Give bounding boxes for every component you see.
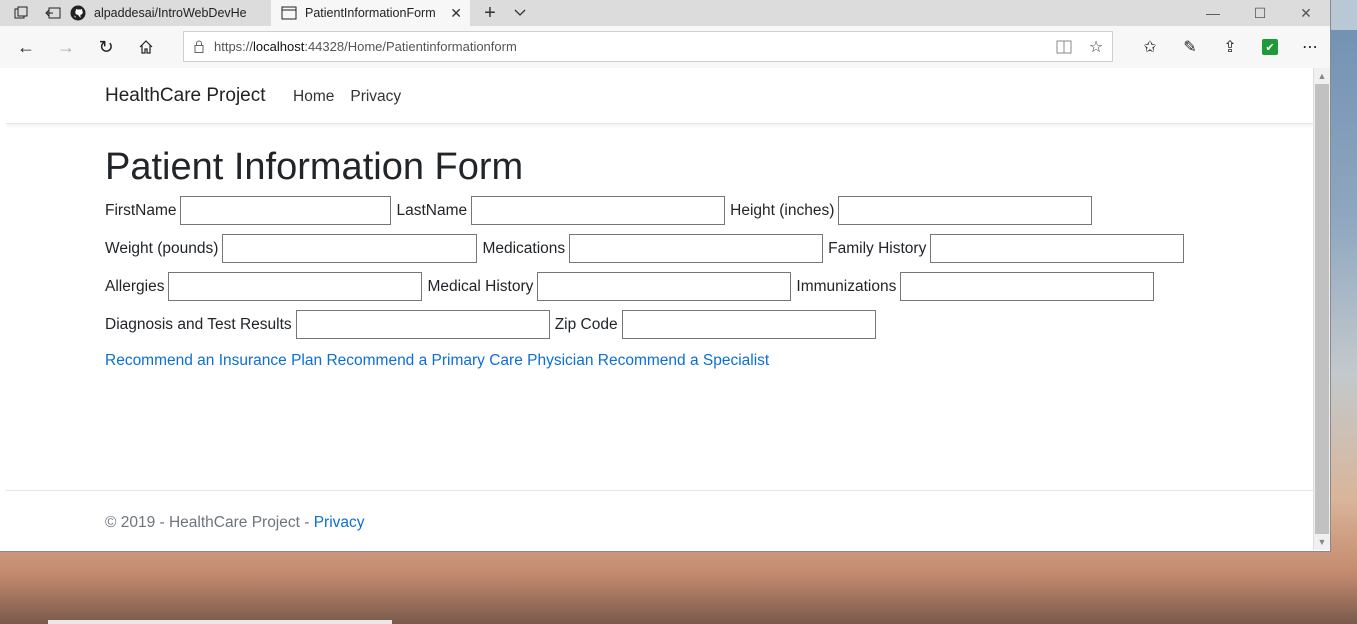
zip-code-label: Zip Code xyxy=(554,315,618,333)
last-name-label: LastName xyxy=(396,201,468,219)
site-header: HealthCare Project Home Privacy xyxy=(6,68,1313,124)
diagnosis-label: Diagnosis and Test Results xyxy=(105,315,292,333)
more-icon[interactable]: ⋯ xyxy=(1290,26,1330,68)
first-name-input[interactable] xyxy=(180,196,392,225)
form-row-3: Allergies Medical History Immunizations xyxy=(105,272,1159,301)
address-bar[interactable]: https://localhost:44328/Home/Patientinfo… xyxy=(183,31,1113,62)
back-button[interactable]: ← xyxy=(6,26,46,68)
tab-label: PatientInformationForm xyxy=(305,6,436,20)
set-aside-tabs-icon[interactable] xyxy=(6,0,36,26)
weight-input[interactable] xyxy=(222,234,478,263)
favorite-star-icon[interactable]: ☆ xyxy=(1080,37,1112,57)
lock-icon xyxy=(184,40,214,53)
nav-home[interactable]: Home xyxy=(293,88,334,106)
medications-label: Medications xyxy=(482,239,566,257)
forward-button[interactable]: → xyxy=(46,26,86,68)
pen-icon[interactable]: ✎ xyxy=(1170,26,1210,68)
close-tab-icon[interactable]: ✕ xyxy=(450,5,462,22)
medical-history-label: Medical History xyxy=(427,277,534,295)
zip-code-input[interactable] xyxy=(621,310,876,339)
recommendation-links: Recommend an Insurance Plan Recommend a … xyxy=(105,352,769,370)
vertical-scrollbar[interactable]: ▲ ▼ xyxy=(1313,68,1330,550)
taskbar-edge xyxy=(48,620,392,624)
specialist-link[interactable]: Recommend a Specialist xyxy=(598,352,769,369)
reading-view-icon[interactable] xyxy=(1048,40,1080,54)
family-history-label: Family History xyxy=(828,239,927,257)
url-text: https://localhost:44328/Home/Patientinfo… xyxy=(214,39,517,54)
first-name-label: FirstName xyxy=(105,201,177,219)
family-history-input[interactable] xyxy=(930,234,1185,263)
scrollbar-thumb[interactable] xyxy=(1315,84,1329,534)
close-window-button[interactable]: ✕ xyxy=(1283,0,1329,26)
tab-github[interactable]: alpaddesai/IntroWebDevHe xyxy=(70,0,270,26)
extension-icon[interactable]: ✔ xyxy=(1250,26,1290,68)
medications-input[interactable] xyxy=(569,234,824,263)
height-label: Height (inches) xyxy=(730,201,835,219)
form-row-1: FirstName LastName Height (inches) xyxy=(105,196,1097,225)
minimize-button[interactable]: — xyxy=(1190,0,1236,26)
medical-history-input[interactable] xyxy=(537,272,792,301)
scroll-up-icon[interactable]: ▲ xyxy=(1314,68,1330,84)
home-button[interactable] xyxy=(126,26,166,68)
share-icon[interactable]: ⇪ xyxy=(1210,26,1250,68)
allergies-input[interactable] xyxy=(168,272,423,301)
primary-care-link[interactable]: Recommend a Primary Care Physician xyxy=(326,352,593,369)
footer-text: © 2019 - HealthCare Project - Privacy xyxy=(105,514,365,531)
form-row-2: Weight (pounds) Medications Family Histo… xyxy=(105,234,1189,263)
browser-window: alpaddesai/IntroWebDevHe PatientInformat… xyxy=(0,0,1330,551)
height-input[interactable] xyxy=(838,196,1093,225)
weight-label: Weight (pounds) xyxy=(105,239,219,257)
site-footer: © 2019 - HealthCare Project - Privacy xyxy=(6,490,1313,550)
maximize-button[interactable]: ☐ xyxy=(1237,0,1283,26)
tab-label: alpaddesai/IntroWebDevHe xyxy=(94,6,247,20)
immunizations-input[interactable] xyxy=(900,272,1155,301)
nav-privacy[interactable]: Privacy xyxy=(350,88,401,106)
page-viewport: HealthCare Project Home Privacy Patient … xyxy=(6,68,1313,550)
diagnosis-input[interactable] xyxy=(295,310,550,339)
favorites-icon[interactable]: ✩ xyxy=(1130,26,1170,68)
chevron-down-icon[interactable] xyxy=(508,0,532,26)
page-title: Patient Information Form xyxy=(105,146,524,188)
last-name-input[interactable] xyxy=(471,196,726,225)
tab-patient-form[interactable]: PatientInformationForm ✕ xyxy=(271,0,470,26)
new-tab-button[interactable]: + xyxy=(478,0,502,26)
allergies-label: Allergies xyxy=(105,277,165,295)
restore-tabs-icon[interactable] xyxy=(38,0,68,26)
scroll-down-icon[interactable]: ▼ xyxy=(1314,534,1330,550)
insurance-plan-link[interactable]: Recommend an Insurance Plan xyxy=(105,352,322,369)
page-icon xyxy=(281,5,297,21)
site-brand[interactable]: HealthCare Project xyxy=(105,85,266,107)
github-icon xyxy=(70,5,86,21)
tab-strip: alpaddesai/IntroWebDevHe PatientInformat… xyxy=(0,0,1330,26)
immunizations-label: Immunizations xyxy=(796,277,897,295)
form-row-4: Diagnosis and Test Results Zip Code xyxy=(105,310,881,339)
browser-toolbar: ← → ↻ https://localhost:44328/Home/Patie… xyxy=(0,26,1330,68)
refresh-button[interactable]: ↻ xyxy=(86,26,126,68)
footer-privacy-link[interactable]: Privacy xyxy=(314,514,365,531)
site-nav: Home Privacy xyxy=(293,88,401,106)
